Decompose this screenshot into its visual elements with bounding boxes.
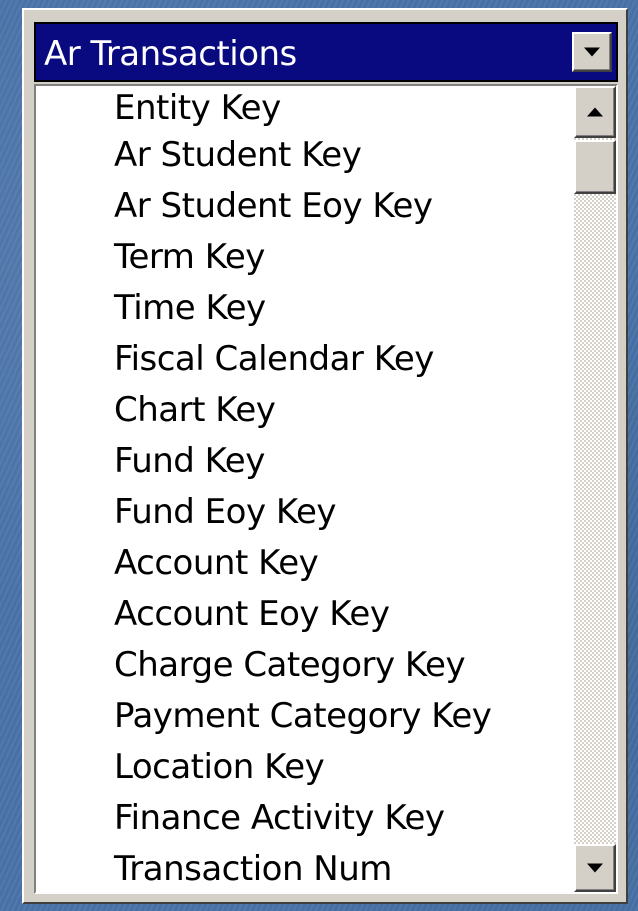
list-item[interactable]: Ar Student Eoy Key <box>36 181 574 232</box>
list-item[interactable]: Finance Activity Key <box>36 793 574 844</box>
list-item[interactable]: Time Key <box>36 283 574 334</box>
chevron-down-icon <box>584 47 600 57</box>
arrow-up-icon <box>587 107 603 117</box>
field-listbox[interactable]: Entity Key Ar Student Key Ar Student Eoy… <box>34 84 618 894</box>
list-item[interactable]: Location Key <box>36 742 574 793</box>
list-item[interactable]: Account Key <box>36 538 574 589</box>
table-select-dropdown[interactable]: Ar Transactions <box>34 22 618 82</box>
field-list: Entity Key Ar Student Key Ar Student Eoy… <box>36 86 574 892</box>
list-item[interactable]: Charge Category Key <box>36 640 574 691</box>
scroll-up-button[interactable] <box>574 86 616 138</box>
vertical-scrollbar[interactable] <box>574 86 616 892</box>
list-item[interactable]: Fiscal Calendar Key <box>36 334 574 385</box>
list-item[interactable]: Account Eoy Key <box>36 589 574 640</box>
list-item[interactable]: Transaction Num <box>36 844 574 892</box>
list-item[interactable]: Entity Key <box>36 86 574 130</box>
field-list-panel: Ar Transactions Entity Key Ar Student Ke… <box>22 8 628 904</box>
list-item[interactable]: Fund Eoy Key <box>36 487 574 538</box>
list-item[interactable]: Chart Key <box>36 385 574 436</box>
list-item[interactable]: Payment Category Key <box>36 691 574 742</box>
list-item[interactable]: Fund Key <box>36 436 574 487</box>
dropdown-button[interactable] <box>572 32 612 72</box>
scroll-thumb[interactable] <box>574 140 616 194</box>
table-select-value: Ar Transactions <box>44 34 297 74</box>
scroll-down-button[interactable] <box>574 844 616 892</box>
list-item[interactable]: Ar Student Key <box>36 130 574 181</box>
arrow-down-icon <box>587 863 603 873</box>
list-item[interactable]: Term Key <box>36 232 574 283</box>
